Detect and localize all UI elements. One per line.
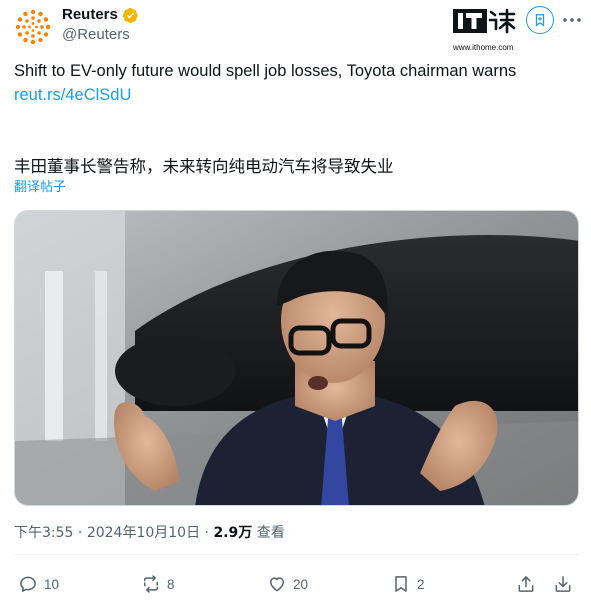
tweet-meta: 下午3:55 · 2024年10月10日 · 2.9万 查看 [14,524,285,542]
author-handle[interactable]: @Reuters [62,25,139,45]
ithome-watermark: www.ithome.com [453,8,535,52]
bookmark-plus-icon [535,14,545,27]
action-bar: 10 8 20 2 [14,572,579,596]
tweet-time[interactable]: 下午3:55 [14,525,73,541]
reply-icon [20,576,36,592]
repost-count: 8 [167,576,175,592]
repost-icon [144,575,158,593]
reply-button[interactable]: 10 [18,572,59,596]
reuters-avatar[interactable] [14,8,52,46]
tweet-photo[interactable] [14,210,579,506]
ithome-logo [453,8,535,40]
verified-badge-icon [122,7,138,23]
meta-separator: · [77,525,83,541]
translate-post-link[interactable]: 翻译帖子 [14,180,66,196]
ithome-logo-icon [453,8,516,34]
tweet-text: Shift to EV-only future would spell job … [14,62,517,80]
reply-count: 10 [44,576,60,592]
more-dots-icon [563,18,581,22]
like-count: 20 [293,576,309,592]
author-display-name[interactable]: Reuters [62,6,139,24]
translated-text: 丰田董事长警告称，未来转向纯电动汽车将导致失业 [14,157,394,176]
more-options-button[interactable] [562,10,582,30]
like-button[interactable]: 20 [267,572,308,596]
bookmark-button[interactable]: 2 [391,572,425,596]
author-names: Reuters @Reuters [62,6,139,45]
tweet-date[interactable]: 2024年10月10日 [87,525,200,541]
subscribe-button[interactable] [526,6,554,34]
meta-separator-2: · [204,525,209,541]
share-icon [518,576,534,592]
share-button[interactable] [516,572,536,596]
repost-button[interactable]: 8 [141,572,175,596]
views-label: 查看 [256,525,285,541]
download-button[interactable] [553,572,573,596]
heart-icon [270,577,284,592]
bookmark-count: 2 [417,576,425,592]
bookmark-icon [395,576,407,592]
download-icon [555,576,571,592]
tweet-header: Reuters @Reuters www.ithome.com [14,6,582,52]
ithome-url: www.ithome.com [453,43,514,52]
divider [14,554,579,555]
tweet-link[interactable]: reut.rs/4eClSdU [14,84,131,106]
reuters-logo-icon [15,9,51,45]
views-count: 2.9万 [213,525,253,541]
photo-image [15,211,578,505]
display-name-text[interactable]: Reuters [62,6,118,24]
